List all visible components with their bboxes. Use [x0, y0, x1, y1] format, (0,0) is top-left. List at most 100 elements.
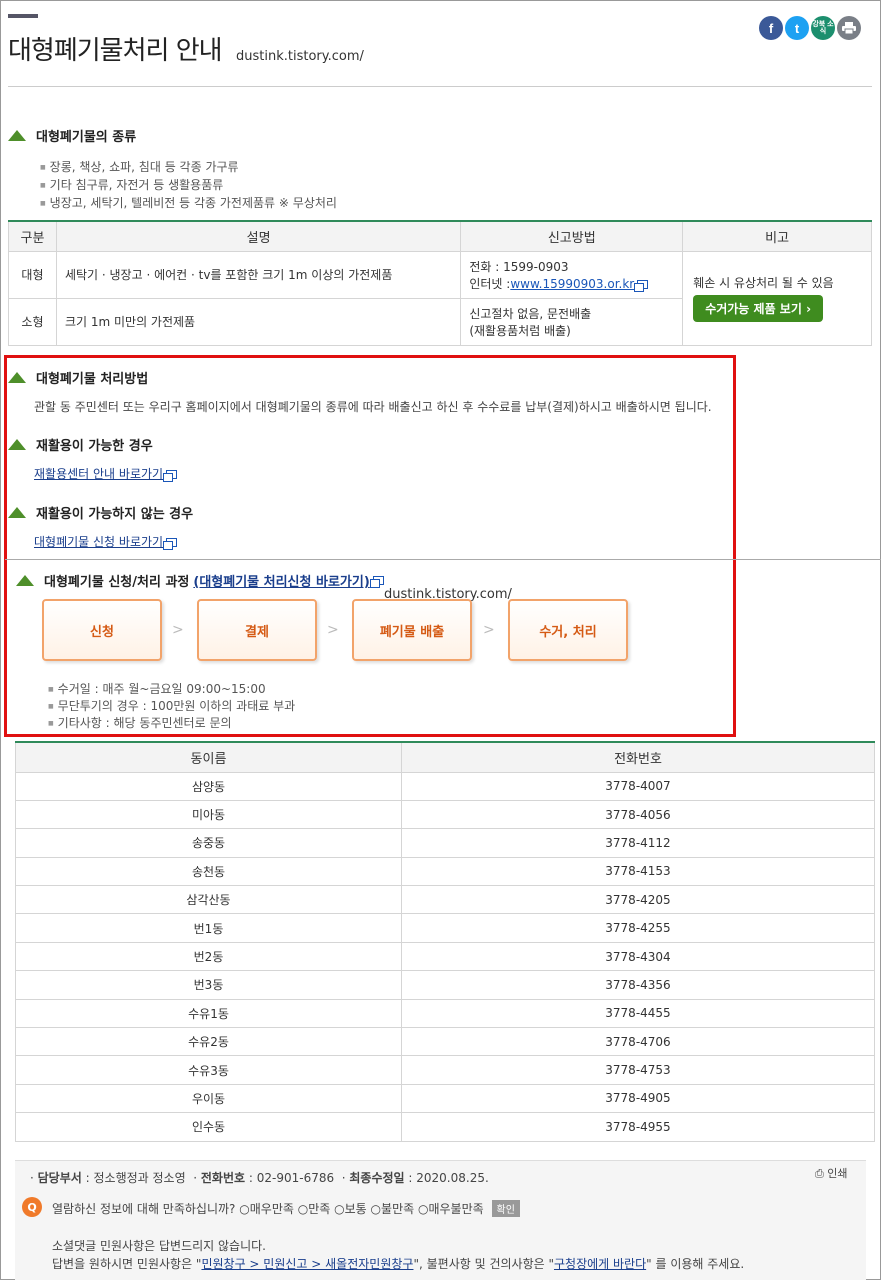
- new-window-icon: [163, 538, 178, 550]
- dong-name-cell: 우이동: [15, 1083, 402, 1114]
- recycle-center-link[interactable]: 재활용센터 안내 바로가기: [34, 465, 178, 482]
- phone-cell: 3778-4905: [401, 1083, 875, 1114]
- process-heading: 대형폐기물 신청/처리 과정 (대형폐기물 처리신청 바로가기): [16, 571, 384, 590]
- facebook-icon[interactable]: f: [759, 16, 783, 40]
- dong-name-cell: 번3동: [15, 970, 402, 1000]
- phone-value: 02-901-6786: [256, 1171, 335, 1185]
- dong-name-cell: 삼각산동: [15, 885, 402, 915]
- dong-name-cell: 수유3동: [15, 1055, 402, 1085]
- note-text: ", 불편사항 및 건의사항은 ": [413, 1257, 554, 1271]
- step-payment: 결제: [197, 599, 317, 661]
- process-apply-link[interactable]: (대형폐기물 처리신청 바로가기): [193, 571, 369, 590]
- watermark-url: dustink.tistory.com/: [236, 49, 364, 64]
- radio-very-satisfied[interactable]: ○매우만족: [239, 1202, 294, 1216]
- survey-question: 열람하신 정보에 대해 만족하십니까?: [52, 1202, 236, 1216]
- note-text: 답변을 원하시면 민원사항은 ": [52, 1257, 202, 1271]
- header-divider: [8, 86, 872, 87]
- phone-cell: 3778-4455: [401, 998, 875, 1029]
- dong-name-cell: 송중동: [15, 828, 402, 858]
- list-item: 기타사항 : 해당 동주민센터로 문의: [48, 714, 232, 731]
- civil-complaint-link[interactable]: 민원창구 > 민원신고 > 새올전자민원창구: [201, 1257, 413, 1271]
- phone-cell: 3778-4205: [401, 885, 875, 915]
- section-divider: [5, 559, 881, 560]
- table-row: 번2동 3778-4304: [15, 941, 875, 972]
- types-heading-label: 대형폐기물의 종류: [36, 130, 137, 145]
- phone-cell: 3778-4112: [401, 828, 875, 858]
- phone-cell: 3778-4007: [401, 771, 875, 801]
- table-row: 수유1동 3778-4455: [15, 998, 875, 1029]
- phone-cell: 3778-4056: [401, 799, 875, 830]
- table-row: 대형 세탁기 · 냉장고 · 에어컨 · tv를 포함한 크기 1m 이상의 가…: [8, 250, 872, 346]
- phone-cell: 3778-4304: [401, 941, 875, 972]
- print-icon[interactable]: [837, 16, 861, 40]
- table-row: 삼양동 3778-4007: [15, 771, 875, 801]
- method-description: 관할 동 주민센터 또는 우리구 홈페이지에서 대형폐기물의 종류에 따라 배출…: [34, 400, 712, 414]
- radio-neutral[interactable]: ○보통: [334, 1202, 367, 1216]
- step-discharge: 폐기물 배출: [352, 599, 472, 661]
- new-window-icon: [369, 576, 384, 588]
- recyclable-heading: 재활용이 가능한 경우: [8, 435, 153, 454]
- phone-cell: 3778-4153: [401, 856, 875, 887]
- table-row: 미아동 3778-4056: [15, 799, 875, 830]
- page-title: 대형폐기물처리 안내: [8, 36, 223, 66]
- table-row: 삼각산동 3778-4205: [15, 885, 875, 915]
- question-icon: Q: [22, 1197, 42, 1217]
- radio-unsatisfied[interactable]: ○불만족: [371, 1202, 415, 1216]
- twitter-icon[interactable]: t: [785, 16, 809, 40]
- table-row: 수유2동 3778-4706: [15, 1027, 875, 1057]
- step-apply: 신청: [42, 599, 162, 661]
- footer-note-2: 답변을 원하시면 민원사항은 "민원창구 > 민원신고 > 새올전자민원창구",…: [52, 1255, 744, 1272]
- table-row: 우이동 3778-4905: [15, 1083, 875, 1114]
- table-row: 번3동 3778-4356: [15, 970, 875, 1000]
- types-heading: 대형폐기물의 종류: [8, 126, 136, 145]
- radio-satisfied[interactable]: ○만족: [298, 1202, 331, 1216]
- dong-name-cell: 삼양동: [15, 771, 402, 801]
- dong-name-cell: 인수동: [15, 1112, 402, 1142]
- print-button[interactable]: ⎙ 인쇄: [815, 1165, 848, 1181]
- column-header: 비고: [682, 220, 872, 252]
- dong-name-cell: 번2동: [15, 941, 402, 972]
- dong-name-cell: 번1동: [15, 913, 402, 943]
- tree-bullet-icon: [8, 439, 26, 450]
- dong-name-cell: 미아동: [15, 799, 402, 830]
- method-text: (재활용품처럼 배출): [469, 323, 571, 338]
- kind-cell: 소형: [8, 297, 57, 346]
- non-recyclable-heading: 재활용이 가능하지 않는 경우: [8, 503, 193, 522]
- dong-name-cell: 수유2동: [15, 1027, 402, 1057]
- chevron-right-icon: >: [483, 622, 495, 638]
- note-text: 훼손 시 유상처리 될 수 있음: [693, 276, 834, 290]
- list-item: 장롱, 책상, 쇼파, 침대 등 각종 가구류: [40, 158, 239, 175]
- table-row: 수유3동 3778-4753: [15, 1055, 875, 1085]
- confirm-button[interactable]: 확인: [491, 1200, 520, 1217]
- method-cell: 전화 : 1599-0903 인터넷 :www.15990903.or.kr: [460, 250, 684, 299]
- list-item: 무단투기의 경우 : 100만원 이하의 과태료 부과: [48, 697, 296, 714]
- internet-link[interactable]: www.15990903.or.kr: [510, 277, 634, 291]
- method-heading: 대형폐기물 처리방법: [8, 368, 148, 387]
- step-collection: 수거, 처리: [508, 599, 628, 661]
- column-header: 신고방법: [460, 220, 684, 252]
- chevron-right-icon: ›: [806, 302, 812, 316]
- desc-cell: 세탁기 · 냉장고 · 에어컨 · tv를 포함한 크기 1m 이상의 가전제품: [55, 250, 462, 299]
- gangbuk-news-icon[interactable]: 강북 소식: [811, 16, 835, 40]
- apply-link[interactable]: 대형폐기물 신청 바로가기: [34, 533, 178, 550]
- method-cell: 신고절차 없음, 문전배출 (재활용품처럼 배출): [460, 297, 684, 346]
- dong-name-cell: 송천동: [15, 856, 402, 887]
- table-row: 송중동 3778-4112: [15, 828, 875, 858]
- list-item: 냉장고, 세탁기, 텔레비전 등 각종 가전제품류 ※ 무상처리: [40, 194, 337, 211]
- mayor-request-link[interactable]: 구청장에게 바란다: [554, 1257, 646, 1271]
- phone-cell: 3778-4255: [401, 913, 875, 943]
- phone-text: 전화 : 1599-0903: [469, 259, 569, 274]
- non-recyclable-heading-label: 재활용이 가능하지 않는 경우: [36, 507, 194, 522]
- phone-cell: 3778-4753: [401, 1055, 875, 1085]
- note-cell: 훼손 시 유상처리 될 수 있음 수거가능 제품 보기 ›: [682, 250, 872, 346]
- method-text: 신고절차 없음, 문전배출: [469, 306, 592, 321]
- dept-value: 정소행정과 정소영: [93, 1171, 186, 1185]
- list-item: 수거일 : 매주 월~금요일 09:00~15:00: [48, 680, 266, 697]
- tree-bullet-icon: [8, 130, 26, 141]
- table-row: 인수동 3778-4955: [15, 1112, 875, 1142]
- view-collectable-button[interactable]: 수거가능 제품 보기 ›: [693, 295, 824, 322]
- button-label: 수거가능 제품 보기: [705, 302, 802, 316]
- radio-very-unsatisfied[interactable]: ○매우불만족: [418, 1202, 484, 1216]
- internet-label: 인터넷 :: [469, 276, 511, 291]
- phone-cell: 3778-4706: [401, 1027, 875, 1057]
